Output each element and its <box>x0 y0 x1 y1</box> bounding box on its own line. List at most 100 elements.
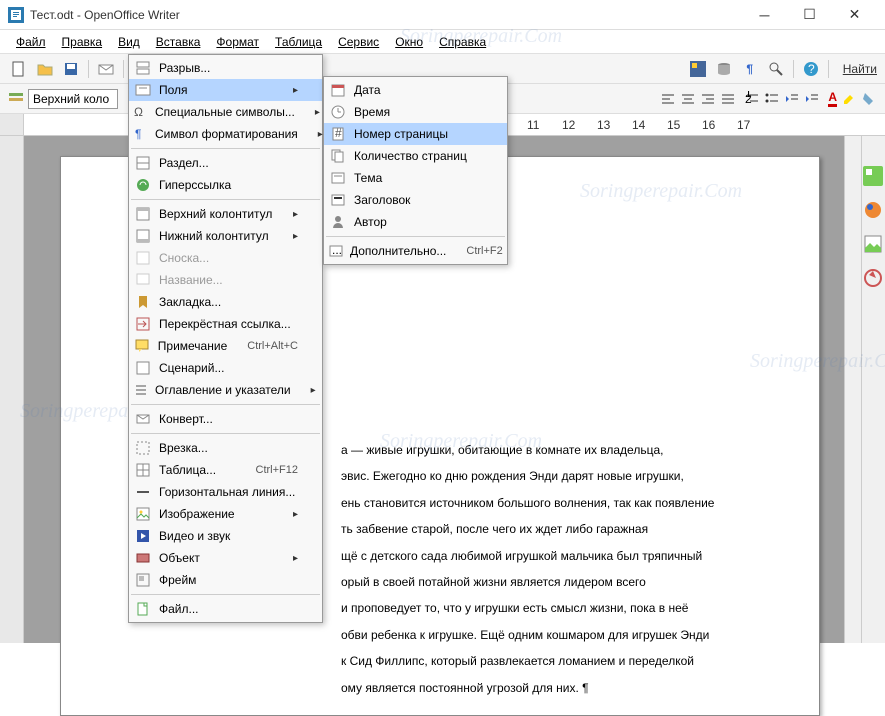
menu-help[interactable]: Справка <box>431 33 494 51</box>
insert-item-bookmark[interactable]: Закладка... <box>129 291 322 313</box>
insert-item-xref[interactable]: Перекрёстная ссылка... <box>129 313 322 335</box>
style-combo-value: Верхний коло <box>33 92 109 106</box>
vertical-ruler[interactable] <box>0 136 24 643</box>
hr-icon <box>133 484 153 500</box>
chevron-right-icon: ▸ <box>315 107 320 118</box>
insert-item-break[interactable]: Разрыв... <box>129 57 322 79</box>
insert-label: Разрыв... <box>159 61 298 75</box>
menu-tools[interactable]: Сервис <box>330 33 387 51</box>
font-color-icon[interactable]: A <box>828 90 837 107</box>
footnote-icon <box>133 250 153 266</box>
svg-text:...: ... <box>332 243 342 257</box>
caption-icon <box>133 272 153 288</box>
fields-item-author[interactable]: Автор <box>324 211 507 233</box>
insert-item-fields[interactable]: Поля▸ <box>129 79 322 101</box>
fields-label: Дата <box>354 83 483 97</box>
bg-color-icon[interactable] <box>861 91 877 107</box>
fields-label: Заголовок <box>354 193 483 207</box>
indent-icon[interactable] <box>804 91 820 107</box>
insert-item-hr[interactable]: Горизонтальная линия... <box>129 481 322 503</box>
author-icon <box>328 214 348 230</box>
insert-label: Сценарий... <box>159 361 298 375</box>
footer-icon <box>133 228 153 244</box>
number-list-icon[interactable]: 12 <box>744 91 760 107</box>
insert-item-script[interactable]: Сценарий... <box>129 357 322 379</box>
insert-item-image[interactable]: Изображение▸ <box>129 503 322 525</box>
chevron-right-icon: ▸ <box>293 231 298 242</box>
fields-item-subject[interactable]: Тема <box>324 167 507 189</box>
menu-view[interactable]: Вид <box>110 33 148 51</box>
gallery-panel-icon[interactable] <box>863 234 885 256</box>
doc-line: щё с детского сада любимой игрушкой маль… <box>341 543 789 569</box>
find-label[interactable]: Найти <box>843 62 877 76</box>
fields-item-more[interactable]: ...Дополнительно...Ctrl+F2 <box>324 240 507 262</box>
properties-panel-icon[interactable] <box>863 166 885 188</box>
zoom-icon[interactable] <box>765 58 787 80</box>
insert-item-frame[interactable]: Врезка... <box>129 437 322 459</box>
insert-item-section[interactable]: Раздел... <box>129 152 322 174</box>
style-combo[interactable]: Верхний коло <box>28 89 118 109</box>
fields-item-date[interactable]: Дата <box>324 79 507 101</box>
align-right-icon[interactable] <box>700 91 716 107</box>
mail-icon[interactable] <box>95 58 117 80</box>
insert-label: Название... <box>159 273 298 287</box>
close-button[interactable]: ✕ <box>832 0 877 30</box>
insert-item-media[interactable]: Видео и звук <box>129 525 322 547</box>
insert-label: Объект <box>159 551 273 565</box>
navigator-panel-icon[interactable] <box>863 268 885 290</box>
nonprint-icon[interactable]: ¶ <box>739 58 761 80</box>
minimize-button[interactable]: ─ <box>742 0 787 30</box>
menu-file[interactable]: Файл <box>8 33 54 51</box>
vertical-scrollbar[interactable] <box>844 136 861 643</box>
float-icon <box>133 572 153 588</box>
insert-item-float[interactable]: Фрейм <box>129 569 322 591</box>
insert-item-link[interactable]: Гиперссылка <box>129 174 322 196</box>
menu-window[interactable]: Окно <box>387 33 431 51</box>
insert-label: Символ форматирования <box>155 127 298 141</box>
insert-item-table[interactable]: Таблица...Ctrl+F12 <box>129 459 322 481</box>
insert-label: Горизонтальная линия... <box>159 485 298 499</box>
maximize-button[interactable]: ☐ <box>787 0 832 30</box>
save-icon[interactable] <box>60 58 82 80</box>
help-icon[interactable]: ? <box>800 58 822 80</box>
open-icon[interactable] <box>34 58 56 80</box>
menu-table[interactable]: Таблица <box>267 33 330 51</box>
insert-item-object[interactable]: Объект▸ <box>129 547 322 569</box>
menu-edit[interactable]: Правка <box>54 33 111 51</box>
gallery-icon[interactable] <box>687 58 709 80</box>
object-icon <box>133 550 153 566</box>
highlight-icon[interactable] <box>841 91 857 107</box>
subject-icon <box>328 170 348 186</box>
pagecount-icon <box>328 148 348 164</box>
align-justify-icon[interactable] <box>720 91 736 107</box>
bullet-list-icon[interactable] <box>764 91 780 107</box>
insert-item-comment[interactable]: ПримечаниеCtrl+Alt+C <box>129 335 322 357</box>
new-doc-icon[interactable] <box>8 58 30 80</box>
fields-item-title[interactable]: Заголовок <box>324 189 507 211</box>
fields-item-time[interactable]: Время <box>324 101 507 123</box>
outdent-icon[interactable] <box>784 91 800 107</box>
menu-format[interactable]: Формат <box>208 33 267 51</box>
insert-item-footer[interactable]: Нижний колонтитул▸ <box>129 225 322 247</box>
fields-item-pagecount[interactable]: Количество страниц <box>324 145 507 167</box>
insert-label: Специальные символы... <box>155 105 295 119</box>
section-icon <box>133 155 153 171</box>
chevron-right-icon: ▸ <box>293 509 298 520</box>
insert-item-header[interactable]: Верхний колонтитул▸ <box>129 203 322 225</box>
align-center-icon[interactable] <box>680 91 696 107</box>
insert-item-fmt[interactable]: ¶Символ форматирования▸ <box>129 123 322 145</box>
styles-panel-icon[interactable] <box>863 200 885 222</box>
insert-item-file[interactable]: Файл... <box>129 598 322 620</box>
chevron-right-icon: ▸ <box>311 385 316 396</box>
align-left-icon[interactable] <box>660 91 676 107</box>
styles-icon[interactable] <box>8 91 24 107</box>
datasource-icon[interactable] <box>713 58 735 80</box>
insert-item-toc[interactable]: Оглавление и указатели▸ <box>129 379 322 401</box>
table-icon <box>133 462 153 478</box>
insert-item-env[interactable]: Конверт... <box>129 408 322 430</box>
svg-text:2: 2 <box>745 92 752 106</box>
menu-insert[interactable]: Вставка <box>148 33 209 51</box>
fields-item-pagenum[interactable]: #Номер страницы <box>324 123 507 145</box>
doc-line: и проповедует то, что у игрушки есть смы… <box>341 595 789 621</box>
insert-item-special[interactable]: ΩСпециальные символы...▸ <box>129 101 322 123</box>
